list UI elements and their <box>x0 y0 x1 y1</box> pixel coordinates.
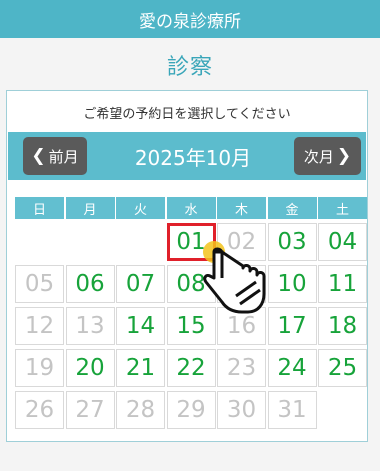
day-cell-03[interactable]: 03 <box>267 223 317 261</box>
weekday-thu: 木 <box>217 197 266 219</box>
weekday-tue: 火 <box>116 197 165 219</box>
weekday-wed: 水 <box>166 197 216 219</box>
day-cell-14[interactable]: 14 <box>116 307 165 345</box>
day-cell-23: 23 <box>217 349 266 387</box>
day-cell-12: 12 <box>15 307 64 345</box>
day-cell-24[interactable]: 24 <box>267 349 317 387</box>
day-cell-29: 29 <box>166 391 216 429</box>
day-cell-05: 05 <box>15 265 64 303</box>
day-cell-19: 19 <box>15 349 64 387</box>
chevron-left-icon: ❮ <box>31 146 46 166</box>
weekday-fri: 金 <box>267 197 317 219</box>
chevron-right-icon: ❯ <box>336 146 352 166</box>
day-cell-20[interactable]: 20 <box>65 349 115 387</box>
weekday-sat: 土 <box>318 197 367 219</box>
prev-month-button[interactable]: ❮ 前月 <box>23 137 87 175</box>
weekday-sun: 日 <box>15 197 64 219</box>
day-cell-22[interactable]: 22 <box>166 349 216 387</box>
clinic-name: 愛の泉診療所 <box>139 11 241 32</box>
day-cell-31: 31 <box>267 391 317 429</box>
day-cell-26: 26 <box>15 391 64 429</box>
hand-pointer-icon <box>203 241 266 314</box>
day-cell-27: 27 <box>65 391 115 429</box>
day-cell-18[interactable]: 18 <box>318 307 367 345</box>
calendar-panel: ご希望の予約日を選択してください ❮ 前月 2025年10月 次月 ❯ 日 月 … <box>6 90 368 442</box>
day-cell-25[interactable]: 25 <box>318 349 367 387</box>
prev-month-label: 前月 <box>48 147 79 166</box>
day-cell-11[interactable]: 11 <box>318 265 367 303</box>
weekday-mon: 月 <box>65 197 115 219</box>
current-month-label: 2025年10月 <box>134 145 252 170</box>
day-cell-04[interactable]: 04 <box>318 223 367 261</box>
day-cell-17[interactable]: 17 <box>267 307 317 345</box>
day-cell-06[interactable]: 06 <box>65 265 115 303</box>
page-title: 診察 <box>166 55 213 80</box>
next-month-button[interactable]: 次月 ❯ <box>294 137 361 175</box>
day-cell-30: 30 <box>217 391 266 429</box>
app-header: 愛の泉診療所 <box>0 0 380 38</box>
month-navigation-bar: ❮ 前月 2025年10月 次月 ❯ <box>8 132 366 180</box>
day-cell-13: 13 <box>65 307 115 345</box>
day-cell-07[interactable]: 07 <box>116 265 165 303</box>
day-grid: 0102030405060708091011121314151617181920… <box>15 223 367 433</box>
instruction-text: ご希望の予約日を選択してください <box>83 107 291 122</box>
next-month-label: 次月 <box>303 147 334 166</box>
day-cell-10[interactable]: 10 <box>267 265 317 303</box>
weekday-header-row: 日 月 火 水 木 金 土 <box>15 197 367 219</box>
day-cell-28: 28 <box>116 391 165 429</box>
day-cell-21[interactable]: 21 <box>116 349 165 387</box>
